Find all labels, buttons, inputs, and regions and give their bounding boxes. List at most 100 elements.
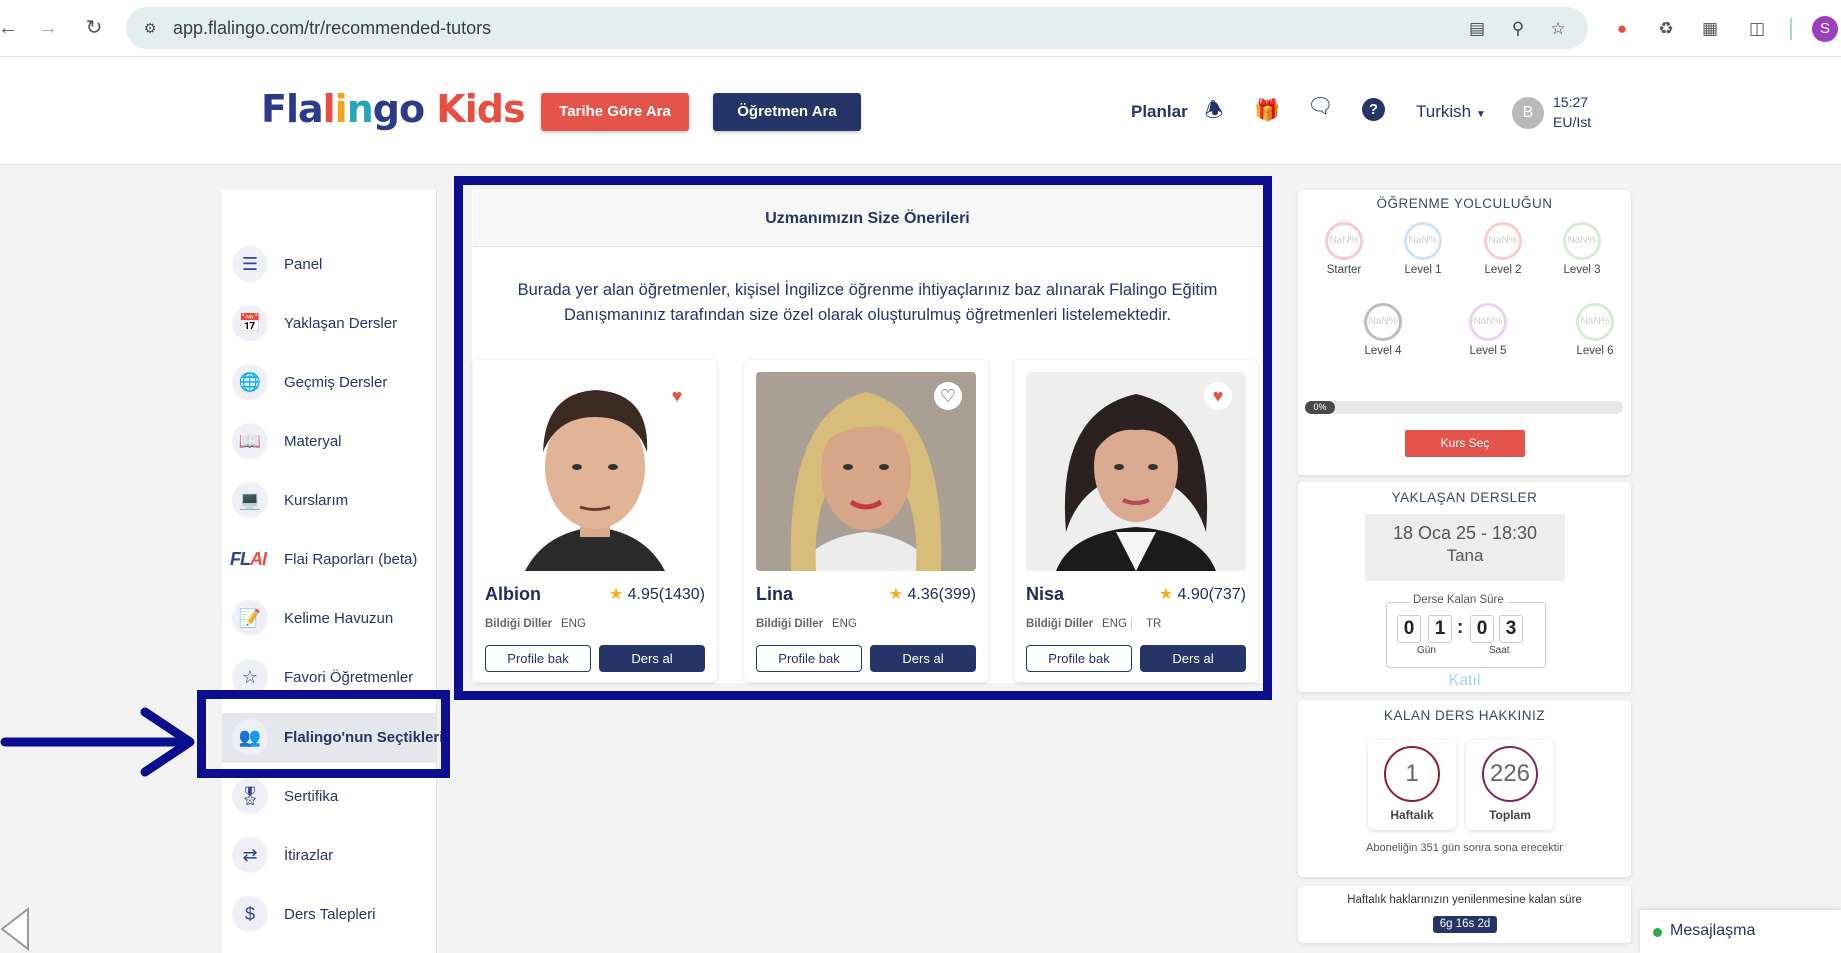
next-lesson-box: 18 Oca 25 - 18:30 Tana bbox=[1365, 514, 1565, 581]
extensions-puzzle-icon[interactable]: ◫ bbox=[1745, 17, 1769, 41]
sidebar-item-past[interactable]: 🌐 Geçmiş Dersler bbox=[222, 358, 437, 408]
address-bar[interactable]: ⚙ app.flalingo.com/tr/recommended-tutors… bbox=[126, 7, 1588, 49]
sidebar-item-panel[interactable]: ☰ Panel bbox=[222, 240, 437, 290]
level-progress-ring: NaN% bbox=[1484, 222, 1522, 260]
logo-part: Kids bbox=[424, 87, 525, 131]
forward-icon[interactable]: → bbox=[36, 16, 60, 40]
sidebar-item-courses[interactable]: 💻 Kurslarım bbox=[222, 476, 437, 526]
level-item: NaN% Level 2 bbox=[1471, 222, 1535, 276]
back-icon[interactable]: ← bbox=[0, 16, 20, 40]
level-name: Level 1 bbox=[1404, 264, 1442, 276]
highlight-box-sidebar bbox=[197, 690, 450, 778]
bell-icon[interactable]: 🕭 bbox=[1201, 98, 1227, 124]
collapse-arrow-icon[interactable] bbox=[0, 905, 30, 953]
clipboard-icon: ☰ bbox=[232, 246, 268, 282]
extension-recycle-icon[interactable]: ♻ bbox=[1654, 17, 1678, 41]
sidebar-item-label: Yaklaşan Dersler bbox=[284, 315, 398, 332]
flai-logo-icon: FLAI bbox=[230, 549, 267, 570]
calendar-icon: 📅 bbox=[232, 305, 268, 341]
sidebar-item-flai-reports[interactable]: FLAI Flai Raporları (beta) bbox=[222, 535, 437, 585]
annotation-arrow-icon bbox=[0, 707, 195, 777]
help-icon[interactable]: ? bbox=[1362, 98, 1385, 121]
language-dropdown[interactable]: Turkish ▼ bbox=[1416, 102, 1486, 122]
sidebar-item-label: Kelime Havuzun bbox=[284, 610, 394, 627]
refresh-note: Haftalık haklarınızın yenilenmesine kala… bbox=[1347, 894, 1582, 906]
countdown-digit: 3 bbox=[1499, 615, 1523, 643]
book-icon: 📖 bbox=[232, 423, 268, 459]
select-course-button[interactable]: Kurs Seç bbox=[1405, 430, 1525, 457]
level-name: Level 4 bbox=[1364, 345, 1402, 357]
sidebar-item-label: İtirazlar bbox=[284, 847, 334, 864]
sidebar-item-word-pool[interactable]: 📝 Kelime Havuzun bbox=[222, 594, 437, 644]
hours-label: Saat bbox=[1489, 645, 1510, 656]
clock-time: 15:27 bbox=[1553, 94, 1589, 110]
objection-icon: ⇄ bbox=[232, 837, 268, 873]
wordbook-icon: 📝 bbox=[232, 600, 268, 636]
avatar[interactable]: B bbox=[1512, 97, 1544, 129]
logo-part: go bbox=[372, 87, 425, 131]
upcoming-lessons-panel: YAKLAŞAN DERSLER 18 Oca 25 - 18:30 Tana … bbox=[1298, 482, 1631, 692]
monitor-icon: 💻 bbox=[232, 482, 268, 518]
zoom-icon[interactable]: ⚲ bbox=[1507, 18, 1529, 40]
lesson-date: 18 Oca 25 - 18:30 bbox=[1392, 523, 1538, 543]
flai-logo-part: AI bbox=[250, 549, 267, 569]
level-item: NaN% Level 5 bbox=[1456, 303, 1520, 357]
sidebar-item-upcoming[interactable]: 📅 Yaklaşan Dersler bbox=[222, 299, 437, 349]
search-teacher-button[interactable]: Öğretmen Ara bbox=[713, 93, 861, 131]
level-item: NaN% Level 4 bbox=[1351, 303, 1415, 357]
weekly-credits: 1 Haftalık bbox=[1368, 740, 1456, 830]
total-credits-label: Toplam bbox=[1489, 808, 1531, 822]
logo-part: l bbox=[322, 87, 336, 131]
clock: 15:27 EU/Ist bbox=[1553, 92, 1591, 132]
course-progress-bar: 0% bbox=[1305, 401, 1623, 414]
extension-qr-icon[interactable]: ▦ bbox=[1698, 17, 1722, 41]
level-progress-ring: NaN% bbox=[1563, 222, 1601, 260]
gift-icon[interactable]: 🎁 bbox=[1254, 98, 1280, 124]
sidebar-item-label: Kurslarım bbox=[284, 492, 349, 509]
remaining-credits-panel: KALAN DERS HAKKINIZ 1 Haftalık 226 Topla… bbox=[1298, 700, 1631, 877]
countdown-colon: : bbox=[1457, 617, 1464, 638]
upcoming-title: YAKLAŞAN DERSLER bbox=[1391, 490, 1538, 505]
install-app-icon[interactable]: ▤ bbox=[1466, 18, 1488, 40]
learning-journey-panel: ÖĞRENME YOLCULUĞUN NaN% Starter NaN% Level … bbox=[1298, 190, 1631, 475]
sidebar-item-certificate[interactable]: 🎖 Sertifika bbox=[222, 772, 437, 822]
countdown-timer: Derse Kalan Süre 0 1 : 0 3 Gün Saat bbox=[1386, 594, 1546, 668]
countdown-digit: 1 bbox=[1428, 615, 1452, 643]
extension-color-icon[interactable]: ● bbox=[1610, 17, 1634, 41]
chat-icon[interactable]: 🗨 bbox=[1307, 94, 1334, 120]
sidebar-item-objections[interactable]: ⇄ İtirazlar bbox=[222, 831, 437, 881]
chevron-down-icon: ▼ bbox=[1475, 109, 1486, 120]
credits-title: KALAN DERS HAKKINIZ bbox=[1383, 708, 1546, 723]
subscription-note: Aboneliğin 351 gün sonra sona erecektir bbox=[1366, 842, 1563, 854]
browser-profile-avatar[interactable]: S bbox=[1812, 16, 1838, 42]
level-progress-ring: NaN% bbox=[1325, 222, 1363, 260]
sidebar-item-label: Materyal bbox=[284, 433, 342, 450]
plans-link[interactable]: Planlar bbox=[1131, 102, 1188, 122]
join-lesson-button[interactable]: Katıl bbox=[1298, 672, 1631, 690]
progress-badge: 0% bbox=[1305, 401, 1335, 414]
messaging-widget[interactable]: Mesajlaşma bbox=[1640, 910, 1841, 953]
sidebar-item-label: Panel bbox=[284, 256, 323, 273]
level-name: Level 2 bbox=[1484, 264, 1522, 276]
site-settings-icon[interactable]: ⚙ bbox=[140, 18, 160, 38]
bookmark-star-icon[interactable]: ☆ bbox=[1547, 18, 1569, 40]
sidebar-item-label: Flai Raporları (beta) bbox=[284, 551, 418, 568]
messaging-label: Mesajlaşma bbox=[1670, 922, 1756, 939]
search-by-date-button[interactable]: Tarihe Göre Ara bbox=[541, 93, 689, 131]
total-credits: 226 Toplam bbox=[1466, 740, 1554, 830]
sidebar: ☰ Panel 📅 Yaklaşan Dersler 🌐 Geçmiş Ders… bbox=[222, 190, 443, 953]
flai-logo-part: FL bbox=[230, 549, 251, 569]
weekly-credits-label: Haftalık bbox=[1390, 808, 1434, 822]
level-name: Level 6 bbox=[1576, 345, 1614, 357]
weekly-credits-value: 1 bbox=[1384, 746, 1440, 802]
request-icon: $ bbox=[232, 896, 268, 932]
flalingo-kids-logo[interactable]: Flalingo Kids bbox=[261, 87, 526, 131]
logo-part: Fla bbox=[261, 87, 324, 131]
browser-toolbar: ← → ↻ ⚙ app.flalingo.com/tr/recommended-… bbox=[0, 0, 1841, 57]
reload-icon[interactable]: ↻ bbox=[82, 16, 106, 40]
clock-timezone: EU/Ist bbox=[1553, 114, 1592, 130]
sidebar-item-material[interactable]: 📖 Materyal bbox=[222, 417, 437, 467]
sidebar-item-lesson-requests[interactable]: $ Ders Talepleri bbox=[222, 890, 437, 940]
url-text[interactable]: app.flalingo.com/tr/recommended-tutors bbox=[173, 18, 491, 39]
level-progress-ring: NaN% bbox=[1469, 303, 1507, 341]
